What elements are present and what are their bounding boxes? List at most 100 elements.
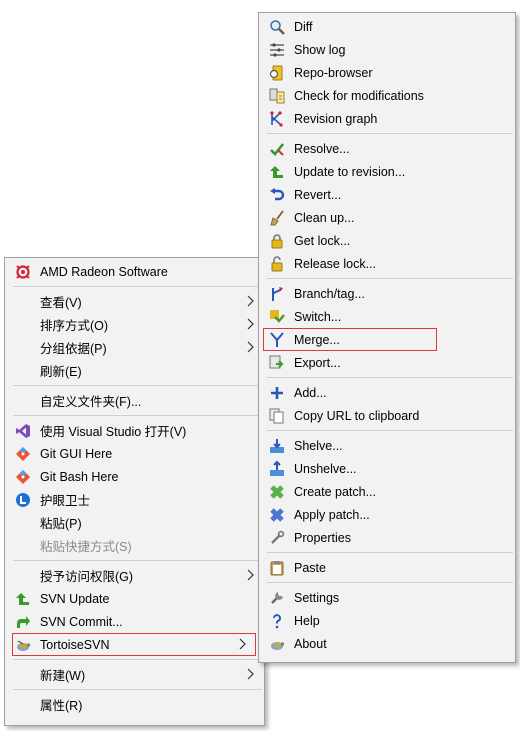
menu-item-create-patch[interactable]: Create patch...	[259, 480, 515, 503]
menu-item-git-gui[interactable]: Git GUI Here	[5, 442, 264, 465]
diff-icon	[268, 18, 286, 36]
menu-item-label: Apply patch...	[294, 507, 370, 522]
menu-item-help[interactable]: Help	[259, 609, 515, 632]
separator	[267, 133, 513, 134]
menu-item-label: 查看(V)	[40, 296, 82, 310]
menu-item-update-to-revision[interactable]: Update to revision...	[259, 160, 515, 183]
chevron-right-icon	[247, 668, 254, 680]
menu-item-clean-up[interactable]: Clean up...	[259, 206, 515, 229]
menu-item-about[interactable]: About	[259, 632, 515, 655]
menu-item-label: Branch/tag...	[294, 286, 365, 301]
eye-guard-icon	[14, 491, 32, 509]
menu-item-copy-url[interactable]: Copy URL to clipboard	[259, 404, 515, 427]
export-icon	[268, 354, 286, 372]
menu-item-label: Get lock...	[294, 233, 351, 248]
menu-item-label: 分组依据(P)	[40, 342, 107, 356]
menu-item-paste-shortcut[interactable]: 粘贴快捷方式(S)	[5, 534, 264, 557]
svn-commit-icon	[14, 613, 32, 631]
menu-item-label: About	[294, 636, 327, 651]
menu-item-show-log[interactable]: Show log	[259, 38, 515, 61]
menu-item-label: 排序方式(O)	[40, 319, 109, 333]
menu-item-sort-by[interactable]: 排序方式(O)	[5, 313, 264, 336]
menu-item-label: 自定义文件夹(F)...	[40, 395, 142, 409]
copy-url-icon	[268, 407, 286, 425]
separator	[13, 415, 262, 416]
menu-item-label: Check for modifications	[294, 88, 424, 103]
separator	[267, 582, 513, 583]
menu-item-tortoisesvn[interactable]: TortoiseSVN	[12, 633, 256, 656]
menu-item-check-modifications[interactable]: Check for modifications	[259, 84, 515, 107]
revision-graph-icon	[268, 110, 286, 128]
menu-item-label: 护眼卫士	[40, 494, 91, 508]
menu-item-git-bash[interactable]: Git Bash Here	[5, 465, 264, 488]
menu-item-export[interactable]: Export...	[259, 351, 515, 374]
shelve-icon	[268, 437, 286, 455]
menu-item-get-lock[interactable]: Get lock...	[259, 229, 515, 252]
menu-item-view[interactable]: 查看(V)	[5, 290, 264, 313]
menu-item-resolve[interactable]: Resolve...	[259, 137, 515, 160]
chevron-right-icon	[247, 295, 254, 307]
help-icon	[268, 612, 286, 630]
menu-item-customize-folder[interactable]: 自定义文件夹(F)...	[5, 389, 264, 412]
menu-item-label: Git Bash Here	[40, 469, 119, 484]
menu-item-amd-radeon[interactable]: AMD Radeon Software	[5, 260, 264, 283]
menu-item-label: Resolve...	[294, 141, 350, 156]
about-icon	[268, 635, 286, 653]
menu-item-label: Revert...	[294, 187, 342, 202]
menu-item-group-by[interactable]: 分组依据(P)	[5, 336, 264, 359]
menu-item-label: Merge...	[294, 332, 340, 347]
menu-item-svn-update[interactable]: SVN Update	[5, 587, 264, 610]
menu-item-label: 属性(R)	[40, 699, 83, 713]
paste-icon	[268, 559, 286, 577]
menu-item-revision-graph[interactable]: Revision graph	[259, 107, 515, 130]
menu-item-branch-tag[interactable]: Branch/tag...	[259, 282, 515, 305]
revert-icon	[268, 186, 286, 204]
menu-item-label: Clean up...	[294, 210, 355, 225]
menu-item-properties[interactable]: 属性(R)	[5, 693, 264, 716]
menu-item-svn-commit[interactable]: SVN Commit...	[5, 610, 264, 633]
menu-item-label: Copy URL to clipboard	[294, 408, 420, 423]
menu-item-properties-svn[interactable]: Properties	[259, 526, 515, 549]
menu-item-open-visual-studio[interactable]: 使用 Visual Studio 打开(V)	[5, 419, 264, 442]
svn-update-icon	[14, 590, 32, 608]
separator	[13, 385, 262, 386]
menu-item-paste-svn[interactable]: Paste	[259, 556, 515, 579]
create-patch-icon	[268, 483, 286, 501]
menu-item-refresh[interactable]: 刷新(E)	[5, 359, 264, 382]
settings-icon	[268, 589, 286, 607]
menu-item-label: Help	[294, 613, 320, 628]
menu-item-new[interactable]: 新建(W)	[5, 663, 264, 686]
check-modifications-icon	[268, 87, 286, 105]
menu-item-release-lock[interactable]: Release lock...	[259, 252, 515, 275]
menu-item-eye-guard[interactable]: 护眼卫士	[5, 488, 264, 511]
separator	[267, 552, 513, 553]
separator	[267, 278, 513, 279]
menu-item-switch[interactable]: Switch...	[259, 305, 515, 328]
menu-item-settings[interactable]: Settings	[259, 586, 515, 609]
cleanup-icon	[268, 209, 286, 227]
menu-item-label: Paste	[294, 560, 326, 575]
menu-item-label: Update to revision...	[294, 164, 406, 179]
chevron-right-icon	[247, 341, 254, 353]
menu-item-apply-patch[interactable]: Apply patch...	[259, 503, 515, 526]
repo-browser-icon	[268, 64, 286, 82]
menu-item-label: Unshelve...	[294, 461, 357, 476]
separator	[13, 689, 262, 690]
menu-item-diff[interactable]: Diff	[259, 15, 515, 38]
menu-item-label: SVN Update	[40, 591, 110, 606]
visual-studio-icon	[14, 422, 32, 440]
desktop-context-menu: AMD Radeon Software 查看(V) 排序方式(O) 分组依据(P…	[4, 257, 265, 726]
menu-item-label: Show log	[294, 42, 346, 57]
apply-patch-icon	[268, 506, 286, 524]
menu-item-paste[interactable]: 粘贴(P)	[5, 511, 264, 534]
separator	[13, 286, 262, 287]
menu-item-merge[interactable]: Merge...	[263, 328, 437, 351]
menu-item-repo-browser[interactable]: Repo-browser	[259, 61, 515, 84]
menu-item-revert[interactable]: Revert...	[259, 183, 515, 206]
menu-item-label: Settings	[294, 590, 340, 605]
menu-item-unshelve[interactable]: Unshelve...	[259, 457, 515, 480]
resolve-icon	[268, 140, 286, 158]
menu-item-add[interactable]: Add...	[259, 381, 515, 404]
menu-item-give-access[interactable]: 授予访问权限(G)	[5, 564, 264, 587]
menu-item-shelve[interactable]: Shelve...	[259, 434, 515, 457]
